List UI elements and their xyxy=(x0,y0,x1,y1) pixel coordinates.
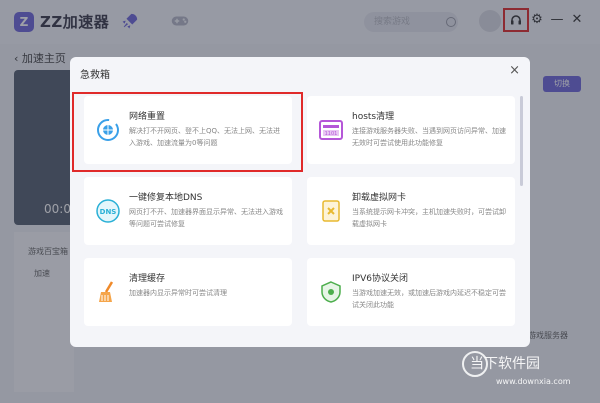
card-clear-cache[interactable]: 清理缓存 加速器内显示异常时可尝试清理 xyxy=(84,258,292,326)
card-title: 一键修复本地DNS xyxy=(129,193,203,203)
card-title: 卸载虚拟网卡 xyxy=(352,193,407,203)
card-desc: 加速器内显示异常时可尝试清理 xyxy=(129,289,227,297)
card-desc: 当系统提示网卡冲突，主机加速失败时，可尝试卸载虚拟网卡 xyxy=(352,208,506,228)
hosts-file-icon: 1101 xyxy=(319,118,343,142)
card-title: hosts清理 xyxy=(352,112,395,122)
highlight-box xyxy=(72,92,303,172)
dns-icon: DNS xyxy=(96,199,120,223)
card-hosts-clean[interactable]: 1101 hosts清理 连接游戏服务器失败、当遇到网页访问异常、加速无效时可尝… xyxy=(307,96,515,164)
card-dns-repair[interactable]: DNS 一键修复本地DNS 网页打不开、加速器界面显示异常、无法进入游戏等问题可… xyxy=(84,177,292,245)
dialog-title: 急救箱 xyxy=(80,70,110,81)
close-icon[interactable]: × xyxy=(509,63,520,78)
card-uninstall-nic[interactable]: 卸载虚拟网卡 当系统提示网卡冲突，主机加速失败时，可尝试卸载虚拟网卡 xyxy=(307,177,515,245)
watermark-text: 当下软件园 xyxy=(470,356,540,372)
card-desc: 网页打不开、加速器界面显示异常、无法进入游戏等问题可尝试修复 xyxy=(129,208,283,228)
svg-text:1101: 1101 xyxy=(325,131,338,137)
shield-icon xyxy=(319,280,343,304)
broom-icon xyxy=(96,280,120,304)
uninstall-nic-icon xyxy=(319,199,343,223)
card-desc: 当游戏加速无效，或加速后游戏内延迟不稳定可尝试关闭此功能 xyxy=(352,289,506,309)
card-ipv6-off[interactable]: IPV6协议关闭 当游戏加速无效，或加速后游戏内延迟不稳定可尝试关闭此功能 xyxy=(307,258,515,326)
watermark-url: www.downxia.com xyxy=(496,377,571,386)
card-desc: 连接游戏服务器失败、当遇到网页访问异常、加速无效时可尝试使用此功能修复 xyxy=(352,127,506,147)
card-title: 清理缓存 xyxy=(129,274,166,284)
scrollbar[interactable] xyxy=(520,96,523,186)
svg-text:DNS: DNS xyxy=(100,208,117,216)
card-title: IPV6协议关闭 xyxy=(352,274,408,284)
